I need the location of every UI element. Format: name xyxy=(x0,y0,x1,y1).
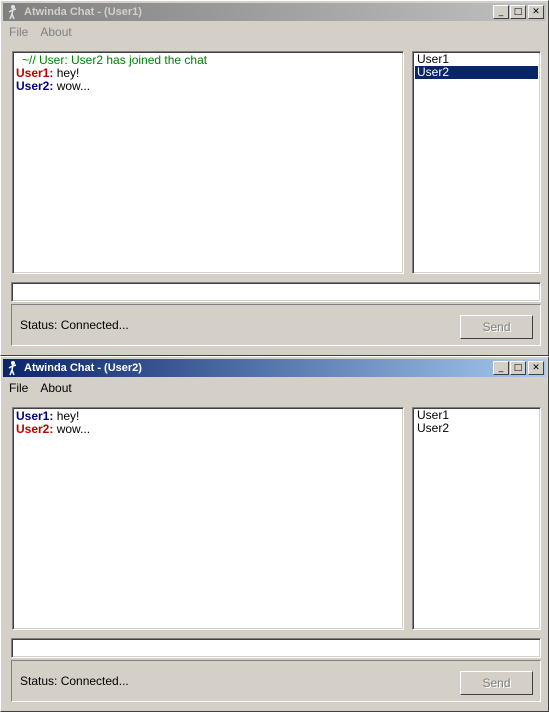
menu-bar: File About xyxy=(3,22,78,41)
menu-about[interactable]: About xyxy=(34,25,77,39)
window-title: Atwinda Chat - (User1) xyxy=(24,6,142,18)
message-input[interactable] xyxy=(11,638,541,658)
user-list[interactable]: User1 User2 xyxy=(412,51,541,274)
status-panel: Status: Connected... Send xyxy=(11,304,541,346)
maximize-icon: □ xyxy=(513,6,523,17)
message-input[interactable] xyxy=(11,282,541,302)
message-sender: User2: xyxy=(16,422,54,436)
status-text: Status: Connected... xyxy=(20,318,129,332)
menu-file[interactable]: File xyxy=(3,381,34,395)
menu-file[interactable]: File xyxy=(3,25,34,39)
message-text: wow... xyxy=(53,79,91,93)
close-icon: ✕ xyxy=(532,362,540,373)
close-button[interactable]: ✕ xyxy=(528,5,544,19)
chat-window-user1: Atwinda Chat - (User1) _ □ ✕ File About … xyxy=(0,0,549,356)
message-text: hey! xyxy=(53,409,80,423)
menu-about[interactable]: About xyxy=(34,381,77,395)
chat-message: User2: wow... xyxy=(16,423,400,436)
app-figure-icon xyxy=(8,5,17,20)
minimize-icon: _ xyxy=(498,6,504,17)
status-text: Status: Connected... xyxy=(20,674,129,688)
status-panel: Status: Connected... Send xyxy=(11,660,541,702)
chat-log[interactable]: ~// User: User2 has joined the chat User… xyxy=(12,51,404,274)
user-list[interactable]: User1 User2 xyxy=(412,407,541,630)
chat-log[interactable]: User1: hey! User2: wow... xyxy=(12,407,404,630)
message-text: wow... xyxy=(53,422,91,436)
window-title: Atwinda Chat - (User2) xyxy=(24,362,142,374)
app-figure-icon xyxy=(8,361,17,376)
user-list-item-user2[interactable]: User2 xyxy=(415,66,538,79)
chat-message: User2: wow... xyxy=(16,80,400,93)
user-list-item-user2[interactable]: User2 xyxy=(415,422,538,435)
maximize-button[interactable]: □ xyxy=(510,361,526,375)
minimize-button[interactable]: _ xyxy=(493,361,509,375)
title-bar[interactable]: Atwinda Chat - (User2) _ □ ✕ xyxy=(3,359,546,377)
message-sender: User2: xyxy=(16,79,54,93)
send-button[interactable]: Send xyxy=(460,315,533,339)
minimize-icon: _ xyxy=(498,362,504,373)
close-button[interactable]: ✕ xyxy=(528,361,544,375)
chat-window-user2: Atwinda Chat - (User2) _ □ ✕ File About … xyxy=(0,356,549,712)
send-button[interactable]: Send xyxy=(460,671,533,695)
message-sender: User1: xyxy=(16,409,54,423)
minimize-button[interactable]: _ xyxy=(493,5,509,19)
title-bar[interactable]: Atwinda Chat - (User1) _ □ ✕ xyxy=(3,3,546,21)
maximize-button[interactable]: □ xyxy=(510,5,526,19)
close-icon: ✕ xyxy=(532,6,540,17)
menu-bar: File About xyxy=(3,378,78,397)
maximize-icon: □ xyxy=(513,362,523,373)
message-sender: User1: xyxy=(16,66,54,80)
message-text: hey! xyxy=(53,66,80,80)
